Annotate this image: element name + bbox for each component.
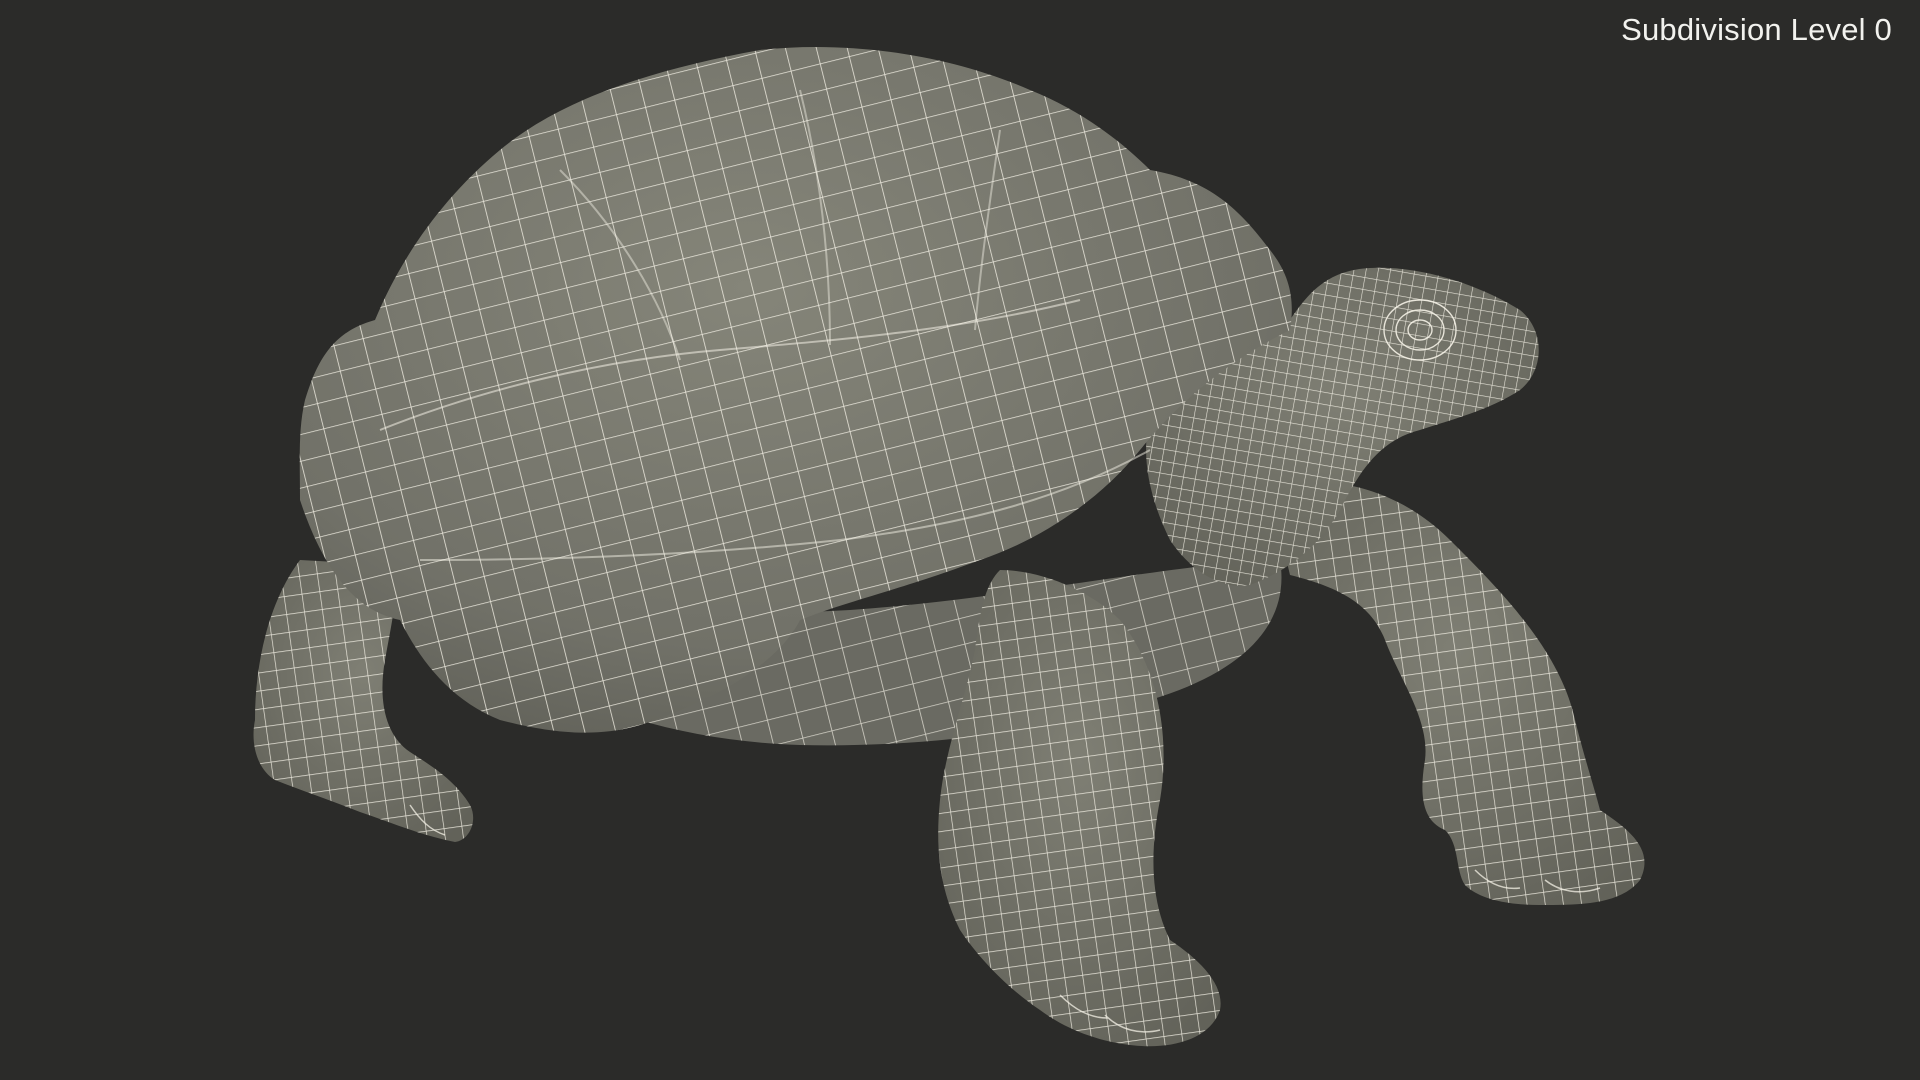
subdivision-level-label: Subdivision Level 0 bbox=[1621, 12, 1892, 47]
tortoise-wireframe-model bbox=[253, 46, 1645, 1047]
front-right-leg bbox=[1270, 482, 1645, 905]
render-viewport: Subdivision Level 0 bbox=[0, 0, 1920, 1080]
